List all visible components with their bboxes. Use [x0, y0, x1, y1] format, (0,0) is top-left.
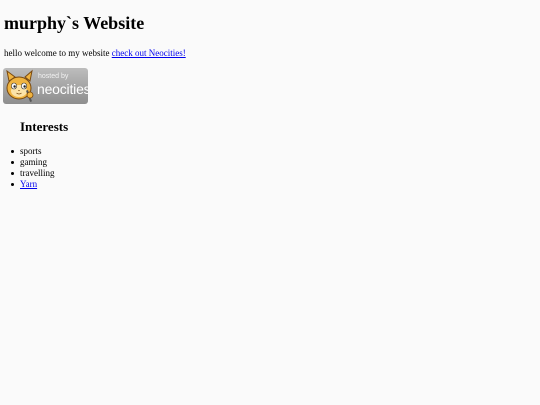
interest-gaming: gaming	[20, 157, 47, 167]
neocities-link[interactable]: check out Neocities!	[112, 48, 186, 58]
badge-neocities-label: neocities	[37, 81, 88, 97]
page-title: murphy`s Website	[4, 13, 145, 33]
intro-text: hello welcome to my website	[4, 48, 112, 58]
page: murphy`s Website hello welcome to my web…	[0, 0, 540, 405]
neocities-cat-icon	[6, 69, 34, 102]
intro-paragraph: hello welcome to my website check out Ne…	[4, 47, 186, 59]
list-item: sports	[11, 146, 55, 157]
list-item: travelling	[11, 168, 55, 179]
list-item: gaming	[11, 157, 55, 168]
neocities-badge[interactable]: hosted by neocities	[3, 68, 88, 104]
interest-travelling: travelling	[20, 168, 55, 178]
interest-sports: sports	[20, 146, 42, 156]
list-item: Yarn	[11, 179, 55, 190]
interests-heading: Interests	[20, 119, 69, 134]
yarn-link[interactable]: Yarn	[20, 179, 37, 189]
interests-list: sports gaming travelling Yarn	[11, 146, 55, 190]
